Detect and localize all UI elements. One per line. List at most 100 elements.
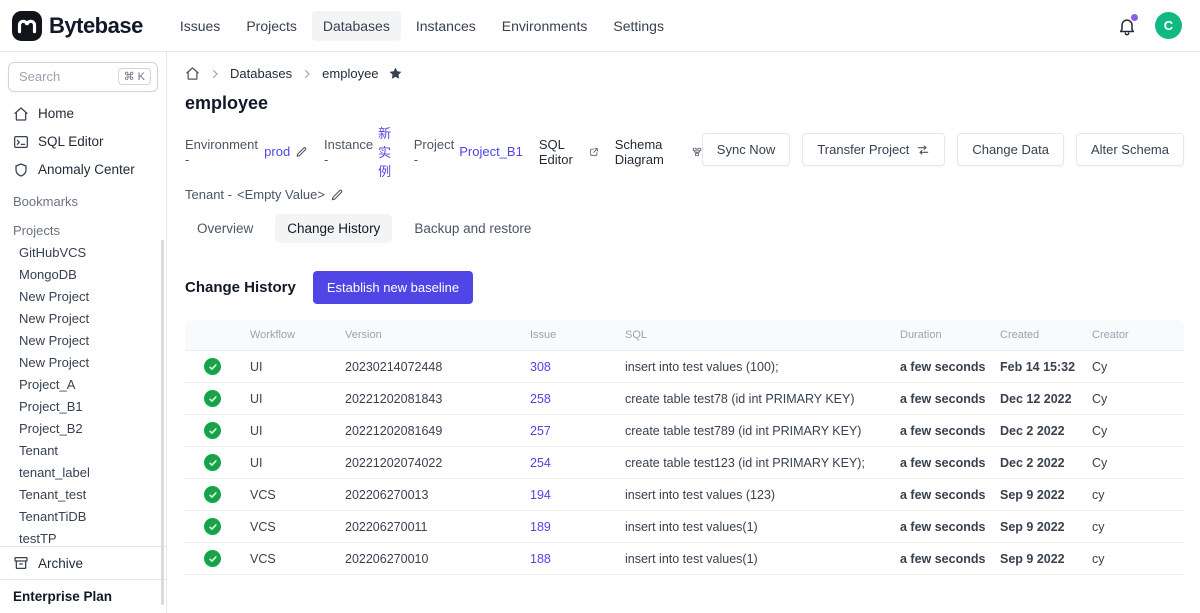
- sidebar-project-item[interactable]: testTP: [0, 528, 166, 546]
- environment-link[interactable]: prod: [264, 144, 290, 159]
- sidebar-project-item[interactable]: New Project: [0, 352, 166, 374]
- table-row[interactable]: UI 20221202074022 254 create table test1…: [185, 447, 1184, 479]
- col-issue: Issue: [520, 320, 615, 351]
- tab-overview[interactable]: Overview: [185, 214, 265, 243]
- table-row[interactable]: UI 20221202081843 258 create table test7…: [185, 383, 1184, 415]
- bookmark-star-icon[interactable]: [388, 66, 403, 81]
- sidebar-project-item[interactable]: Tenant: [0, 440, 166, 462]
- breadcrumb-databases[interactable]: Databases: [230, 66, 292, 81]
- alter-schema-label: Alter Schema: [1091, 142, 1169, 157]
- external-link-icon: [589, 145, 599, 159]
- cell-sql: create table test78 (id int PRIMARY KEY): [615, 383, 890, 415]
- plan-label[interactable]: Enterprise Plan: [0, 579, 166, 613]
- transfer-project-button[interactable]: Transfer Project: [802, 133, 945, 166]
- sidebar-item-anomaly-center[interactable]: Anomaly Center: [0, 156, 166, 184]
- success-check-icon: [204, 358, 221, 375]
- instance-label: Instance -: [324, 137, 373, 167]
- tenant-value: <Empty Value>: [237, 187, 325, 202]
- nav-item-projects[interactable]: Projects: [235, 11, 308, 41]
- establish-baseline-button[interactable]: Establish new baseline: [313, 271, 473, 304]
- issue-link[interactable]: 188: [530, 552, 551, 566]
- cell-sql: insert into test values(1): [615, 543, 890, 575]
- table-row[interactable]: UI 20221202081649 257 create table test7…: [185, 415, 1184, 447]
- cell-creator: cy: [1082, 511, 1184, 543]
- sidebar-project-item[interactable]: Tenant_test: [0, 484, 166, 506]
- edit-pencil-icon[interactable]: [330, 188, 344, 202]
- cell-duration: a few seconds: [890, 447, 990, 479]
- tenant-label: Tenant -: [185, 187, 232, 202]
- instance-link[interactable]: 新实例: [378, 123, 398, 180]
- tab-change-history[interactable]: Change History: [275, 214, 392, 243]
- sidebar-project-item[interactable]: Project_A: [0, 374, 166, 396]
- col-created: Created: [990, 320, 1082, 351]
- user-avatar[interactable]: C: [1155, 12, 1182, 39]
- page-title: employee: [185, 93, 1184, 114]
- tab-backup-restore[interactable]: Backup and restore: [402, 214, 543, 243]
- cell-workflow: UI: [240, 415, 335, 447]
- cell-workflow: VCS: [240, 479, 335, 511]
- cell-sql: insert into test values(1): [615, 511, 890, 543]
- table-row[interactable]: VCS 202206270011 189 insert into test va…: [185, 511, 1184, 543]
- search-input[interactable]: [19, 69, 114, 84]
- sidebar-item-home[interactable]: Home: [0, 100, 166, 128]
- page-actions: Sync Now Transfer Project Change Data Al…: [702, 123, 1184, 166]
- project-link[interactable]: Project_B1: [459, 144, 523, 159]
- cell-workflow: VCS: [240, 543, 335, 575]
- search-box[interactable]: ⌘ K: [8, 62, 158, 92]
- schema-diagram-link[interactable]: Schema Diagram: [615, 137, 702, 167]
- alter-schema-button[interactable]: Alter Schema: [1076, 133, 1184, 166]
- cell-created: Sep 9 2022: [990, 511, 1082, 543]
- nav-item-instances[interactable]: Instances: [405, 11, 487, 41]
- sidebar-project-item[interactable]: New Project: [0, 286, 166, 308]
- sidebar-project-item[interactable]: TenantTiDB: [0, 506, 166, 528]
- sidebar-project-item[interactable]: New Project: [0, 308, 166, 330]
- home-icon: [13, 106, 29, 122]
- issue-link[interactable]: 254: [530, 456, 551, 470]
- sidebar-project-item[interactable]: GitHubVCS: [0, 242, 166, 264]
- nav-item-issues[interactable]: Issues: [169, 11, 231, 41]
- nav-item-environments[interactable]: Environments: [491, 11, 599, 41]
- issue-link[interactable]: 194: [530, 488, 551, 502]
- issue-link[interactable]: 257: [530, 424, 551, 438]
- table-row[interactable]: UI 20230214072448 308 insert into test v…: [185, 351, 1184, 383]
- bytebase-logo-icon: [12, 11, 42, 41]
- cell-workflow: UI: [240, 383, 335, 415]
- sidebar-item-label: SQL Editor: [38, 134, 104, 149]
- nav-item-settings[interactable]: Settings: [602, 11, 675, 41]
- success-check-icon: [204, 390, 221, 407]
- edit-pencil-icon[interactable]: [295, 145, 308, 159]
- sidebar-project-item[interactable]: New Project: [0, 330, 166, 352]
- cell-creator: Cy: [1082, 383, 1184, 415]
- change-data-button[interactable]: Change Data: [957, 133, 1064, 166]
- nav-item-databases[interactable]: Databases: [312, 11, 401, 41]
- cell-workflow: UI: [240, 351, 335, 383]
- sync-now-button[interactable]: Sync Now: [702, 133, 791, 166]
- sidebar-item-archive[interactable]: Archive: [0, 546, 166, 579]
- cell-duration: a few seconds: [890, 351, 990, 383]
- cell-duration: a few seconds: [890, 511, 990, 543]
- sidebar-project-item[interactable]: Project_B1: [0, 396, 166, 418]
- table-row[interactable]: VCS 202206270013 194 insert into test va…: [185, 479, 1184, 511]
- issue-link[interactable]: 308: [530, 360, 551, 374]
- table-row[interactable]: VCS 202206270010 188 insert into test va…: [185, 543, 1184, 575]
- sql-editor-link[interactable]: SQL Editor: [539, 137, 599, 167]
- cell-creator: Cy: [1082, 447, 1184, 479]
- sidebar-item-label: Anomaly Center: [38, 162, 135, 177]
- notification-bell-icon[interactable]: [1117, 16, 1137, 36]
- sidebar-item-sql-editor[interactable]: SQL Editor: [0, 128, 166, 156]
- sidebar-project-item[interactable]: MongoDB: [0, 264, 166, 286]
- sidebar-project-item[interactable]: tenant_label: [0, 462, 166, 484]
- success-check-icon: [204, 518, 221, 535]
- cell-workflow: VCS: [240, 511, 335, 543]
- home-icon[interactable]: [185, 66, 200, 81]
- schema-diagram-label: Schema Diagram: [615, 137, 687, 167]
- issue-link[interactable]: 189: [530, 520, 551, 534]
- col-duration: Duration: [890, 320, 990, 351]
- issue-link[interactable]: 258: [530, 392, 551, 406]
- sidebar-project-item[interactable]: Project_B2: [0, 418, 166, 440]
- sidebar-scrollbar[interactable]: [161, 240, 164, 605]
- success-check-icon: [204, 550, 221, 567]
- cell-created: Dec 12 2022: [990, 383, 1082, 415]
- shield-icon: [13, 162, 29, 178]
- bytebase-logo[interactable]: Bytebase: [12, 11, 143, 41]
